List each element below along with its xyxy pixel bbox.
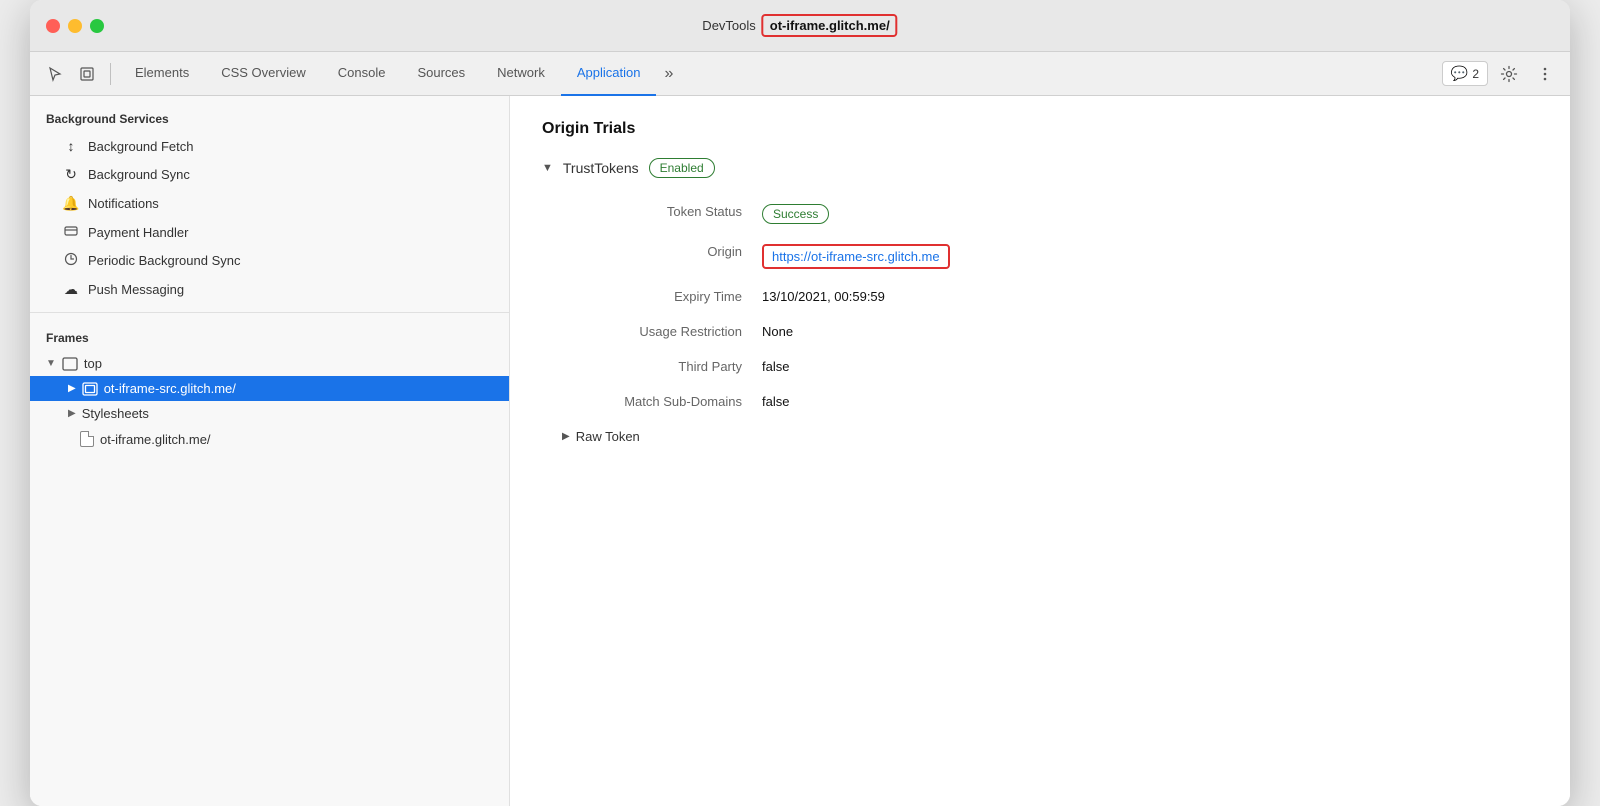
devtools-label: DevTools (702, 18, 755, 33)
success-badge: Success (762, 204, 829, 224)
sidebar-item-label-notifications: Notifications (88, 196, 159, 211)
gear-icon (1500, 65, 1518, 83)
frame-box-icon (62, 357, 78, 371)
match-subdomains-value: false (762, 384, 1538, 419)
menu-icon-button[interactable] (1530, 59, 1560, 89)
usage-restriction-value: None (762, 314, 1538, 349)
card-icon (64, 225, 78, 237)
stylesheets-arrow-icon: ▶ (68, 408, 76, 419)
sidebar-divider-1 (30, 312, 509, 313)
sidebar-item-payment-handler[interactable]: Payment Handler (30, 218, 509, 246)
raw-token-arrow-icon: ▶ (562, 431, 570, 442)
clock-icon (64, 252, 78, 266)
toolbar-right: 💬 2 (1442, 59, 1560, 89)
tab-elements[interactable]: Elements (119, 52, 205, 96)
chat-badge[interactable]: 💬 2 (1442, 61, 1488, 86)
sidebar-item-label-push-messaging: Push Messaging (88, 282, 184, 297)
sidebar-item-label-background-sync: Background Sync (88, 167, 190, 182)
origin-value: https://ot-iframe-src.glitch.me (762, 234, 1538, 279)
raw-token-row[interactable]: ▶ Raw Token (562, 419, 1538, 454)
raw-token-label: Raw Token (576, 429, 640, 444)
sidebar-item-periodic-background-sync[interactable]: Periodic Background Sync (30, 246, 509, 275)
tab-application[interactable]: Application (561, 52, 657, 96)
sidebar-item-push-messaging[interactable]: ☁ Push Messaging (30, 275, 509, 304)
background-services-label: Background Services (30, 96, 509, 132)
usage-restriction-label: Usage Restriction (562, 314, 762, 349)
traffic-lights (46, 19, 104, 33)
push-messaging-icon: ☁ (62, 281, 80, 298)
iframe-arrow-icon: ▶ (68, 383, 76, 394)
maximize-button[interactable] (90, 19, 104, 33)
cursor-icon-button[interactable] (40, 59, 70, 89)
third-party-value: false (762, 349, 1538, 384)
trial-collapse-arrow[interactable]: ▼ (542, 162, 553, 174)
frames-top-label: top (84, 356, 102, 371)
expiry-value: 13/10/2021, 00:59:59 (762, 279, 1538, 314)
match-subdomains-label: Match Sub-Domains (562, 384, 762, 419)
close-button[interactable] (46, 19, 60, 33)
enabled-badge: Enabled (649, 158, 715, 178)
frames-iframe-label: ot-iframe-src.glitch.me/ (104, 381, 236, 396)
sidebar: Background Services ↕ Background Fetch ↻… (30, 96, 510, 806)
toolbar: Elements CSS Overview Console Sources Ne… (30, 52, 1570, 96)
sidebar-item-notifications[interactable]: 🔔 Notifications (30, 189, 509, 218)
third-party-label: Third Party (562, 349, 762, 384)
background-fetch-icon: ↕ (62, 138, 80, 154)
origin-label: Origin (562, 234, 762, 279)
periodic-sync-icon (62, 252, 80, 269)
sidebar-item-label-background-fetch: Background Fetch (88, 139, 194, 154)
toolbar-tabs: Elements CSS Overview Console Sources Ne… (119, 52, 1440, 95)
frames-stylesheets-item[interactable]: ▶ Stylesheets (30, 401, 509, 426)
sidebar-item-label-payment-handler: Payment Handler (88, 225, 188, 240)
chat-icon: 💬 (1451, 65, 1468, 82)
tab-network[interactable]: Network (481, 52, 561, 96)
frames-label: Frames (30, 321, 509, 351)
trial-name: TrustTokens (563, 160, 639, 176)
minimize-button[interactable] (68, 19, 82, 33)
notifications-icon: 🔔 (62, 195, 80, 212)
chat-count: 2 (1472, 67, 1479, 81)
expiry-label: Expiry Time (562, 279, 762, 314)
trial-section: ▼ TrustTokens Enabled Token Status Succe… (542, 158, 1538, 454)
payment-handler-icon (62, 224, 80, 240)
settings-icon-button[interactable] (1494, 59, 1524, 89)
top-arrow-icon: ▼ (46, 358, 56, 369)
frames-iframe-item[interactable]: ▶ ot-iframe-src.glitch.me/ (30, 376, 509, 401)
inspect-icon (79, 66, 95, 82)
iframe-box-icon (82, 382, 98, 396)
tab-sources[interactable]: Sources (401, 52, 481, 96)
token-status-value: Success (762, 194, 1538, 234)
tab-console[interactable]: Console (322, 52, 402, 96)
sidebar-item-background-fetch[interactable]: ↕ Background Fetch (30, 132, 509, 160)
sidebar-item-background-sync[interactable]: ↻ Background Sync (30, 160, 509, 189)
token-status-label: Token Status (562, 194, 762, 234)
sidebar-item-label-periodic-background-sync: Periodic Background Sync (88, 253, 240, 268)
main-layout: Background Services ↕ Background Fetch ↻… (30, 96, 1570, 806)
cursor-icon (47, 66, 63, 82)
page-title: Origin Trials (542, 120, 1538, 138)
tab-css-overview[interactable]: CSS Overview (205, 52, 322, 96)
content-area: Origin Trials ▼ TrustTokens Enabled Toke… (510, 96, 1570, 806)
frames-file-label: ot-iframe.glitch.me/ (100, 432, 211, 447)
background-sync-icon: ↻ (62, 166, 80, 183)
trial-header: ▼ TrustTokens Enabled (542, 158, 1538, 178)
frames-file-item[interactable]: ot-iframe.glitch.me/ (30, 426, 509, 452)
frames-stylesheets-label: Stylesheets (82, 406, 149, 421)
toolbar-divider-1 (110, 63, 111, 85)
frames-top-item[interactable]: ▼ top (30, 351, 509, 376)
titlebar-center: DevTools ot-iframe.glitch.me/ (702, 14, 897, 37)
inspect-icon-button[interactable] (72, 59, 102, 89)
more-tabs-button[interactable]: » (656, 65, 681, 83)
kebab-menu-icon (1537, 66, 1553, 82)
origin-url: https://ot-iframe-src.glitch.me (762, 244, 950, 269)
trial-details: Token Status Success Origin https://ot-i… (562, 194, 1538, 419)
titlebar: DevTools ot-iframe.glitch.me/ (30, 0, 1570, 52)
devtools-window: DevTools ot-iframe.glitch.me/ Elements C… (30, 0, 1570, 806)
file-icon (80, 431, 94, 447)
titlebar-url: ot-iframe.glitch.me/ (762, 14, 898, 37)
